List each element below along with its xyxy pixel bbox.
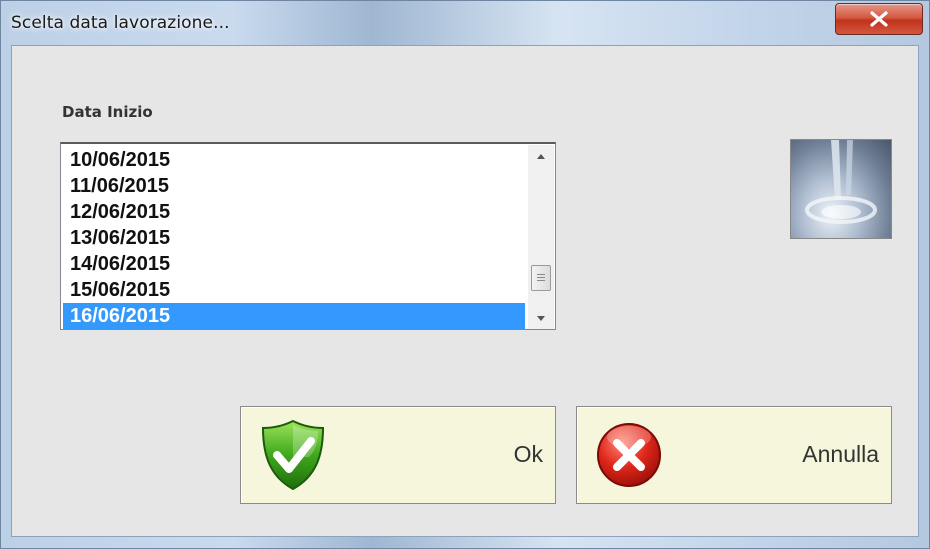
list-item[interactable]: 14/06/2015 xyxy=(63,251,525,277)
scroll-up-button[interactable] xyxy=(528,145,554,167)
list-item[interactable]: 12/06/2015 xyxy=(63,199,525,225)
list-item[interactable]: 10/06/2015 xyxy=(63,147,525,173)
scroll-down-button[interactable] xyxy=(528,307,554,329)
scroll-thumb[interactable] xyxy=(531,265,551,291)
arrow-up-icon xyxy=(537,153,545,159)
dialog-window: Scelta data lavorazione... Data Inizio 1… xyxy=(0,0,930,549)
list-scrollbar[interactable] xyxy=(528,145,554,329)
grip-line xyxy=(537,280,545,281)
date-list: 10/06/2015 11/06/2015 12/06/2015 13/06/2… xyxy=(63,147,525,329)
date-start-label: Data Inizio xyxy=(62,103,153,121)
grip-line xyxy=(537,277,545,278)
list-item[interactable]: 11/06/2015 xyxy=(63,173,525,199)
grip-line xyxy=(537,274,545,275)
list-item[interactable]: 15/06/2015 xyxy=(63,277,525,303)
arrow-down-icon xyxy=(537,315,545,321)
list-item[interactable]: 13/06/2015 xyxy=(63,225,525,251)
dialog-client-area: Data Inizio 10/06/2015 11/06/2015 12/06/… xyxy=(11,45,919,537)
list-item-selected[interactable]: 16/06/2015 xyxy=(63,303,525,329)
error-x-icon xyxy=(597,423,661,487)
title-bar[interactable]: Scelta data lavorazione... xyxy=(1,1,929,45)
splash-graphic xyxy=(805,140,877,224)
close-button[interactable] xyxy=(835,3,923,35)
date-listbox[interactable]: 10/06/2015 11/06/2015 12/06/2015 13/06/2… xyxy=(60,142,556,330)
window-title: Scelta data lavorazione... xyxy=(11,13,230,33)
ok-button[interactable]: Ok xyxy=(240,406,556,504)
cancel-button-label: Annulla xyxy=(802,441,879,467)
milk-splash-image xyxy=(790,139,892,239)
close-icon xyxy=(870,11,888,27)
cancel-button[interactable]: Annulla xyxy=(576,406,892,504)
ok-button-label: Ok xyxy=(513,441,543,467)
shield-check-icon xyxy=(261,419,325,491)
